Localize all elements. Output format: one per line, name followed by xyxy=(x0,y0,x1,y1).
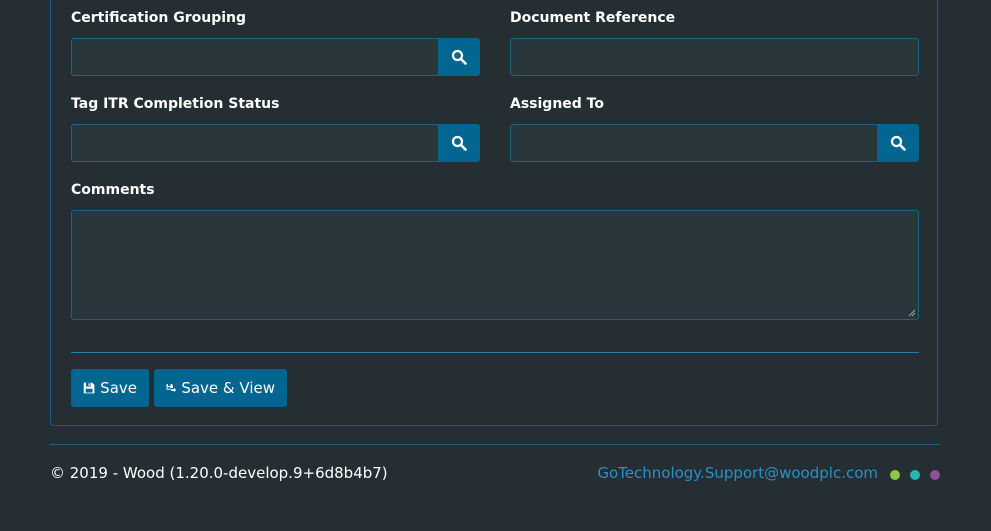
comments-label: Comments xyxy=(71,182,155,198)
save-arrow-icon xyxy=(166,383,177,393)
search-icon xyxy=(890,135,906,151)
save-button-label: Save xyxy=(100,379,137,397)
brand-dot-purple xyxy=(930,470,940,480)
tag-itr-completion-status-input[interactable] xyxy=(71,124,438,162)
resize-grip-icon[interactable] xyxy=(908,309,916,317)
assigned-to-search-button[interactable] xyxy=(877,124,919,162)
save-view-button-label: Save & View xyxy=(181,379,275,397)
floppy-disk-icon xyxy=(83,382,95,394)
tag-itr-completion-status-group xyxy=(71,124,480,162)
document-reference-input[interactable] xyxy=(510,38,919,76)
tag-itr-completion-status-search-button[interactable] xyxy=(438,124,480,162)
search-icon xyxy=(451,135,467,151)
certification-grouping-group xyxy=(71,38,480,76)
form-divider xyxy=(71,352,919,353)
save-button[interactable]: Save xyxy=(71,369,149,407)
certification-grouping-label: Certification Grouping xyxy=(71,10,247,26)
assigned-to-group xyxy=(510,124,919,162)
tag-itr-completion-status-label: Tag ITR Completion Status xyxy=(71,96,280,112)
brand-dot-green xyxy=(890,470,900,480)
copyright-text: © 2019 - Wood (1.20.0-develop.9+6d8b4b7) xyxy=(50,464,388,482)
comments-textarea[interactable] xyxy=(71,210,919,320)
certification-grouping-search-button[interactable] xyxy=(438,38,480,76)
support-email-link[interactable]: GoTechnology.Support@woodplc.com xyxy=(597,464,878,482)
brand-dots xyxy=(890,470,940,480)
search-icon xyxy=(451,49,467,65)
document-reference-label: Document Reference xyxy=(510,10,676,26)
certification-grouping-input[interactable] xyxy=(71,38,438,76)
save-view-button[interactable]: Save & View xyxy=(154,369,287,407)
footer-divider xyxy=(50,444,940,445)
assigned-to-input[interactable] xyxy=(510,124,877,162)
assigned-to-label: Assigned To xyxy=(510,96,604,112)
brand-dot-teal xyxy=(910,470,920,480)
